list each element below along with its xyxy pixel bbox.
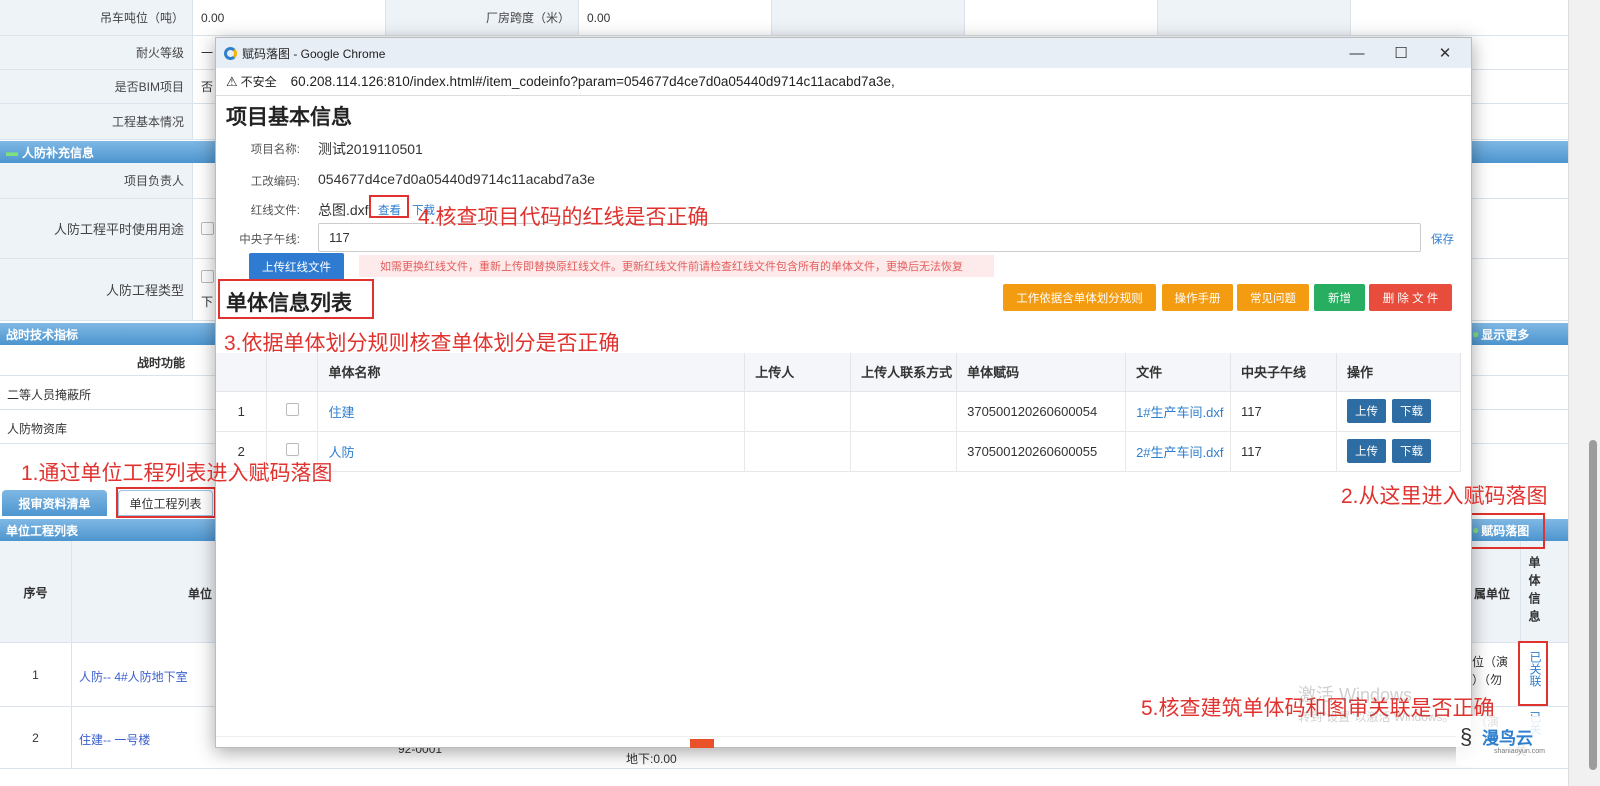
- annotation-2: 2.从这里进入赋码落图: [1341, 485, 1548, 508]
- annotation-box-unit-heading: [218, 279, 374, 319]
- annotation-3: 3.依据单体划分规则核查单体划分是否正确: [224, 332, 620, 355]
- unit-file-link[interactable]: 1#生产车间.dxf: [1136, 405, 1223, 420]
- scrollbar-thumb[interactable]: [1589, 440, 1597, 770]
- collapse-icon: ▬: [6, 145, 18, 159]
- project-info-heading: 项目基本信息: [226, 106, 352, 129]
- minimize-button[interactable]: —: [1335, 45, 1379, 62]
- project-name-label: 项目名称:: [250, 144, 300, 156]
- leader-label: 项目负责人: [0, 163, 193, 198]
- bottom-floor: 地下:0.00: [626, 752, 677, 766]
- th-file: 文件: [1125, 353, 1232, 392]
- row-upload-button[interactable]: 上传: [1346, 399, 1386, 423]
- bird-icon: §: [1460, 724, 1473, 749]
- usage-label: 人防工程平时使用用途: [0, 199, 193, 258]
- fire-label: 耐火等级: [0, 36, 193, 69]
- col-belong: 属单位: [1474, 587, 1511, 601]
- project-code-value: 054677d4ce7d0a05440d9714c11acabd7a3e: [318, 171, 595, 187]
- span-value: 0.00: [579, 0, 772, 35]
- unit-code: 370500120260600054: [956, 391, 1127, 432]
- annotation-1: 1.通过单位工程列表进入赋码落图: [21, 462, 333, 485]
- type-value: 下: [201, 294, 214, 309]
- bim-value: 否: [201, 80, 214, 94]
- faq-button[interactable]: 常见问题: [1237, 284, 1309, 311]
- add-button[interactable]: 新增: [1314, 284, 1365, 311]
- windows-watermark-title: 激活 Windows: [1298, 685, 1413, 705]
- app-logo-icon: [224, 46, 237, 60]
- unit-row-2-name[interactable]: 住建-- 一号楼: [79, 731, 150, 748]
- annotation-box-linked: [1518, 641, 1548, 706]
- close-button[interactable]: ✕: [1423, 44, 1467, 62]
- col-single: 单体信息: [1520, 541, 1548, 643]
- url-text[interactable]: 60.208.114.126:810/index.html#/item_code…: [291, 74, 895, 89]
- rules-button[interactable]: 工作依据含单体划分规则: [1003, 284, 1156, 311]
- unit-file-link[interactable]: 2#生产车间.dxf: [1136, 445, 1223, 460]
- row-checkbox[interactable]: [285, 403, 299, 416]
- war-func-header: 战时功能: [137, 356, 186, 370]
- project-code-label: 工改编码:: [250, 176, 300, 188]
- window-titlebar[interactable]: 赋码落图 - Google Chrome — ☐ ✕: [216, 38, 1471, 68]
- th-meridian: 中央子午线: [1230, 353, 1337, 392]
- plus-circle-icon: ●: [1472, 327, 1480, 341]
- unit-name-link[interactable]: 住建: [328, 405, 354, 420]
- watermark-logo: § 漫鸟云 shaniaoyun.com: [1456, 716, 1548, 766]
- span-label: 厂房跨度（米）: [386, 0, 579, 35]
- redline-file: 总图.dxf: [318, 202, 369, 218]
- war-row-2: 人防物资库: [7, 422, 68, 436]
- form-row-crane: 吊车吨位（吨） 0.00 厂房跨度（米） 0.00: [0, 0, 1568, 36]
- page-scrollbar[interactable]: [1568, 0, 1600, 786]
- show-more-button[interactable]: ● 显示更多: [1472, 323, 1529, 345]
- pager-active[interactable]: [690, 739, 714, 748]
- table-row: 1 住建 370500120260600054 1#生产车间.dxf 117 上…: [216, 391, 1462, 432]
- th-name: 单体名称: [317, 353, 746, 392]
- insecure-label: 不安全: [240, 75, 277, 89]
- table-row: 2 人防 370500120260600055 2#生产车间.dxf 117 上…: [216, 431, 1462, 472]
- address-bar[interactable]: ⚠ 不安全 60.208.114.126:810/index.html#/ite…: [216, 68, 1471, 96]
- annotation-box-unit-tab: [116, 487, 216, 518]
- save-link[interactable]: 保存: [1431, 231, 1454, 247]
- tab-report-list[interactable]: 报审资料清单: [2, 490, 107, 516]
- basic-label: 工程基本情况: [0, 104, 193, 139]
- row-upload-button[interactable]: 上传: [1346, 439, 1386, 463]
- row-checkbox[interactable]: [285, 443, 299, 456]
- maximize-button[interactable]: ☐: [1379, 44, 1423, 62]
- usage-checkbox[interactable]: [201, 222, 214, 235]
- fire-value: 一: [201, 46, 214, 60]
- unit-info-table: 单体名称 上传人 上传人联系方式 单体赋码 文件 中央子午线 操作 1 住建 3…: [216, 353, 1462, 472]
- th-code: 单体赋码: [956, 353, 1127, 392]
- th-contact: 上传人联系方式: [850, 353, 958, 392]
- th-uploader: 上传人: [744, 353, 852, 392]
- upload-redline-button[interactable]: 上传红线文件: [249, 253, 344, 280]
- th-ops: 操作: [1336, 353, 1462, 392]
- logo-sub: shaniaoyun.com: [1494, 748, 1545, 755]
- delete-file-button[interactable]: 删 除 文 件: [1369, 284, 1452, 311]
- row-download-button[interactable]: 下载: [1391, 439, 1431, 463]
- row-download-button[interactable]: 下载: [1391, 399, 1431, 423]
- chrome-popup-window: 赋码落图 - Google Chrome — ☐ ✕ ⚠ 不安全 60.208.…: [215, 37, 1472, 748]
- col-unit: 单位: [188, 587, 213, 601]
- type-label: 人防工程类型: [0, 259, 193, 320]
- annotation-4: 4.核查项目代码的红线是否正确: [418, 206, 709, 229]
- redline-notice: 如需更换红线文件，重新上传即替换原红线文件。更新红线文件前请检查红线文件包含所有…: [359, 255, 994, 277]
- bim-label: 是否BIM项目: [0, 70, 193, 103]
- manual-button[interactable]: 操作手册: [1162, 284, 1233, 311]
- meridian-label: 中央子午线:: [239, 234, 300, 246]
- annotation-box-view: [369, 195, 409, 218]
- col-seq: 序号: [0, 541, 72, 643]
- logo-text: 漫鸟云: [1482, 729, 1533, 748]
- crane-value: 0.00: [193, 0, 386, 35]
- windows-watermark-sub: 转到"设置"以激活 Windows。: [1298, 710, 1455, 724]
- redline-label: 红线文件:: [250, 205, 300, 217]
- project-name-value: 测试2019110501: [318, 141, 423, 157]
- unit-row-1-name[interactable]: 人防-- 4#人防地下室: [79, 668, 188, 685]
- crane-label: 吊车吨位（吨）: [0, 0, 193, 35]
- window-title: 赋码落图 - Google Chrome: [242, 46, 386, 61]
- popup-content: 项目基本信息 项目名称: 测试2019110501 工改编码: 054677d4…: [216, 96, 1471, 748]
- annotation-box-code-map: [1467, 513, 1545, 549]
- war-row-1: 二等人员掩蔽所: [7, 388, 92, 402]
- type-checkbox[interactable]: [201, 269, 214, 283]
- warning-icon: ⚠: [226, 73, 238, 89]
- unit-code: 370500120260600055: [956, 431, 1127, 472]
